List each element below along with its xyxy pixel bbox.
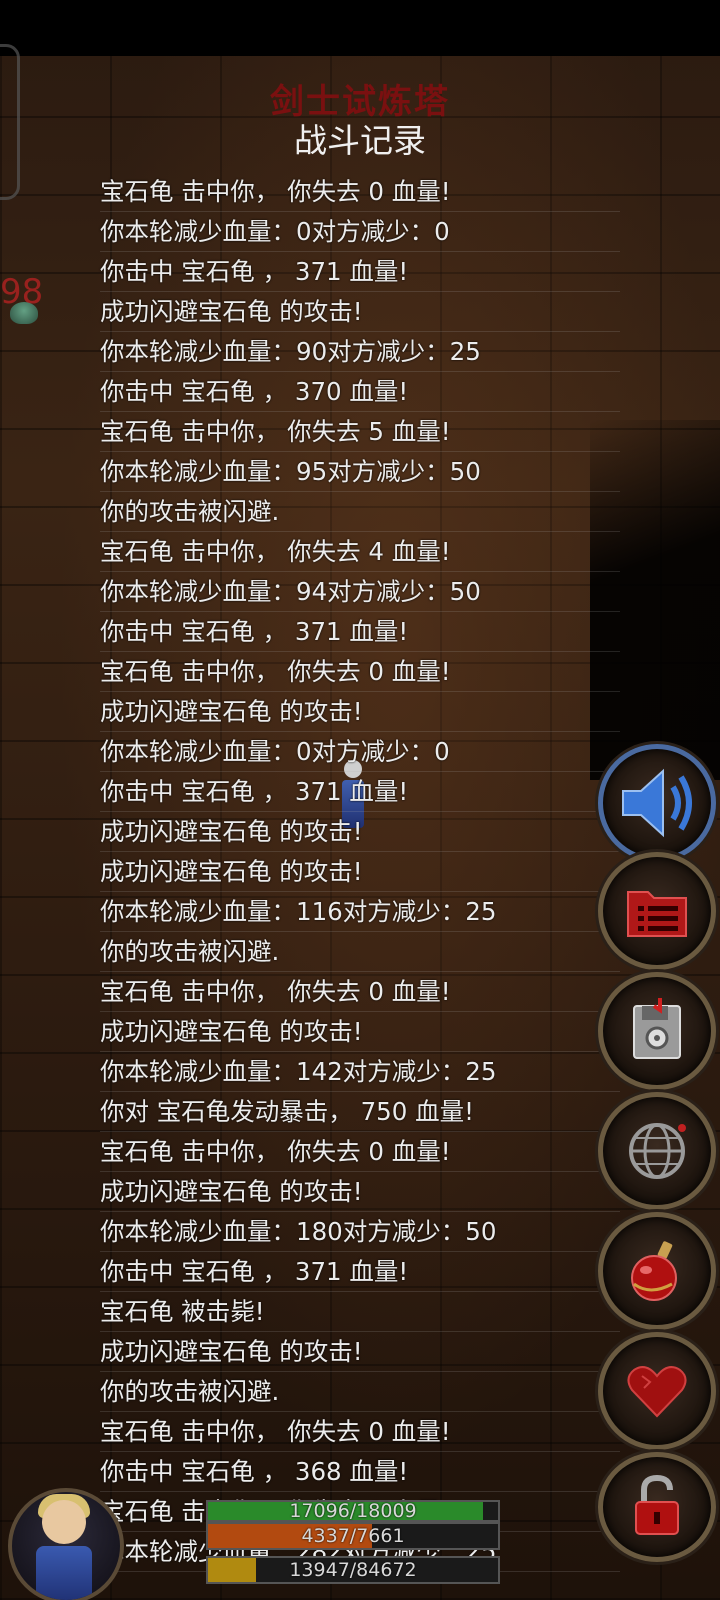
status-bar-area [0, 0, 720, 56]
log-line: 成功闪避宝石龟 的攻击! [100, 1172, 620, 1212]
speaker-icon [622, 768, 692, 838]
log-line: 成功闪避宝石龟 的攻击! [100, 1012, 620, 1052]
log-line: 成功闪避宝石龟 的攻击! [100, 1332, 620, 1372]
log-line: 宝石龟 击中你， 你失去 4 血量! [100, 532, 620, 572]
log-line: 你的攻击被闪避. [100, 492, 620, 532]
log-line: 宝石龟 击中你， 你失去 5 血量! [100, 412, 620, 452]
globe-icon [629, 1123, 686, 1179]
log-line: 你本轮减少血量：180对方减少：50 [100, 1212, 620, 1252]
log-line: 你本轮减少血量：0对方减少：0 [100, 212, 620, 252]
potion-button[interactable] [598, 1212, 716, 1330]
log-line: 成功闪避宝石龟 的攻击! [100, 812, 620, 852]
log-line: 你对 宝石龟发动暴击， 750 血量! [100, 1092, 620, 1132]
avatar-torso [36, 1546, 92, 1600]
log-line: 成功闪避宝石龟 的攻击! [100, 292, 620, 332]
character-avatar[interactable] [8, 1488, 124, 1600]
battle-log[interactable]: 宝石龟 击中你， 你失去 0 血量! 你本轮减少血量：0对方减少：0 你击中 宝石龟… [100, 172, 620, 1572]
log-line: 你击中 宝石龟 ， 370 血量! [100, 372, 620, 412]
log-line: 宝石龟 击中你， 你失去 0 血量! [100, 1412, 620, 1452]
log-line: 你本轮减少血量：0对方减少：0 [100, 732, 620, 772]
log-line: 你本轮减少血量：116对方减少：25 [100, 892, 620, 932]
game-screen: 98 剑士试炼塔 战斗记录 宝石龟 击中你， 你失去 0 血量! 你本轮减少血量：… [0, 0, 720, 1600]
xp-value: 13947/84672 [289, 1559, 417, 1581]
hp-bar: 17096/18009 [206, 1500, 500, 1522]
avatar-face [42, 1500, 86, 1544]
world-button[interactable] [598, 1092, 716, 1210]
log-line: 你本轮减少血量：90对方减少：25 [100, 332, 620, 372]
menu-button[interactable] [598, 852, 716, 970]
log-line: 你击中 宝石龟 ， 371 血量! [100, 772, 620, 812]
log-line: 成功闪避宝石龟 的攻击! [100, 852, 620, 892]
log-line: 你击中 宝石龟 ， 371 血量! [100, 252, 620, 292]
sound-button[interactable] [598, 744, 716, 862]
log-line: 你本轮减少血量：94对方减少：50 [100, 572, 620, 612]
xp-bar: 13947/84672 [206, 1556, 500, 1584]
potion-icon [631, 1241, 677, 1301]
list-folder-icon [627, 891, 687, 937]
enemy-sprite[interactable] [10, 302, 38, 324]
log-line: 宝石龟 击中你， 你失去 0 血量! [100, 652, 620, 692]
log-line: 宝石龟 击中你， 你失去 0 血量! [100, 172, 620, 212]
log-line: 你的攻击被闪避. [100, 932, 620, 972]
mp-value: 4337/7661 [301, 1525, 405, 1547]
log-line: 你本轮减少血量：95对方减少：50 [100, 452, 620, 492]
log-line: 你本轮减少血量：142对方减少：25 [100, 1052, 620, 1092]
log-line: 宝石龟 被击毙! [100, 1292, 620, 1332]
unlock-icon [635, 1474, 679, 1535]
mp-bar: 4337/7661 [206, 1522, 500, 1550]
log-line: 你击中 宝石龟 ， 368 血量! [100, 1452, 620, 1492]
save-button[interactable] [598, 972, 716, 1090]
log-line: 宝石龟 击中你， 你失去 0 血量! [100, 972, 620, 1012]
battle-log-title: 战斗记录 [294, 121, 426, 160]
log-line: 你击中 宝石龟 ， 371 血量! [100, 1252, 620, 1292]
health-button[interactable] [598, 1332, 716, 1450]
hp-value: 17096/18009 [289, 1500, 417, 1522]
lock-button[interactable] [598, 1452, 716, 1562]
floppy-disk-icon [633, 998, 681, 1059]
log-line: 你的攻击被闪避. [100, 1372, 620, 1412]
log-line: 你击中 宝石龟 ， 371 血量! [100, 612, 620, 652]
log-line: 宝石龟 击中你， 你失去 0 血量! [100, 1132, 620, 1172]
heart-icon [627, 1366, 687, 1418]
log-line: 成功闪避宝石龟 的攻击! [100, 692, 620, 732]
